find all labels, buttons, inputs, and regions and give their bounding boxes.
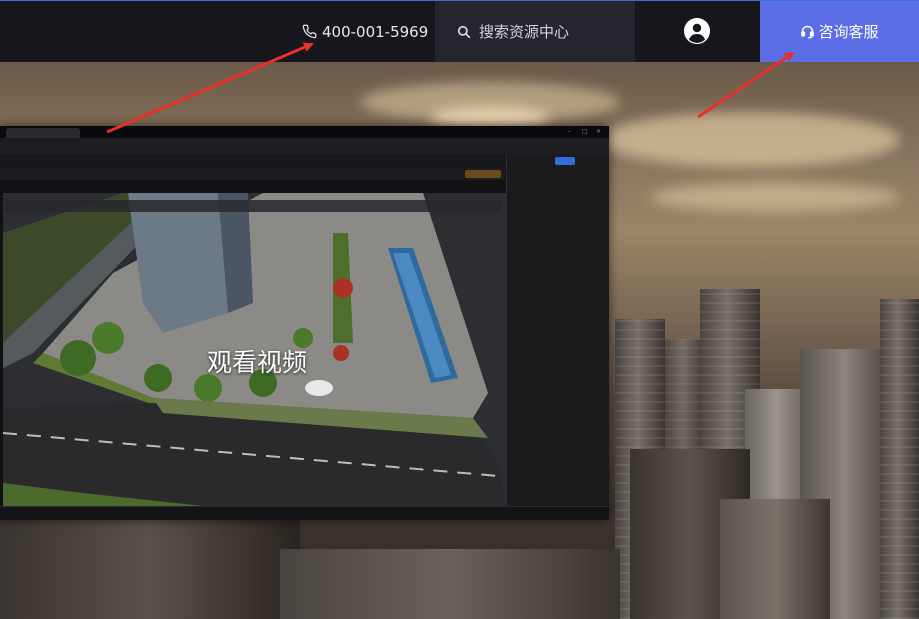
panel-primary-button <box>555 157 575 165</box>
video-preview[interactable]: – □ ✕ 观看视频 <box>0 126 609 520</box>
consult-label: 咨询客服 <box>818 23 879 41</box>
search-icon <box>457 25 471 38</box>
close-icon: ✕ <box>596 128 602 135</box>
browser-urlbar <box>0 138 609 155</box>
editor-statusbar <box>0 506 609 520</box>
cloud <box>600 112 900 167</box>
building <box>720 499 830 619</box>
editor-hint-bar <box>0 168 505 180</box>
search-resource-center[interactable]: 搜索资源中心 <box>435 1 635 62</box>
browser-tab <box>6 128 80 138</box>
viewport-toolbar <box>5 200 501 212</box>
user-avatar-icon[interactable] <box>684 18 710 44</box>
watch-video-label[interactable]: 观看视频 <box>207 343 307 379</box>
search-placeholder: 搜索资源中心 <box>479 23 570 41</box>
phone-contact[interactable]: 400-001-5969 <box>302 1 428 62</box>
cloud <box>650 182 900 212</box>
maximize-icon: □ <box>582 128 588 135</box>
editor-action-button <box>465 170 501 178</box>
properties-panel <box>506 154 609 506</box>
phone-number: 400-001-5969 <box>322 22 429 41</box>
headset-icon <box>801 25 815 39</box>
building <box>280 549 620 619</box>
consult-service-button[interactable]: 咨询客服 <box>760 1 919 62</box>
browser-tabbar: – □ ✕ <box>0 126 609 138</box>
minimize-icon: – <box>568 128 571 135</box>
building <box>880 299 919 619</box>
phone-icon <box>302 24 317 39</box>
top-header: 400-001-5969 搜索资源中心 咨询客服 <box>0 0 919 62</box>
building <box>0 519 300 619</box>
